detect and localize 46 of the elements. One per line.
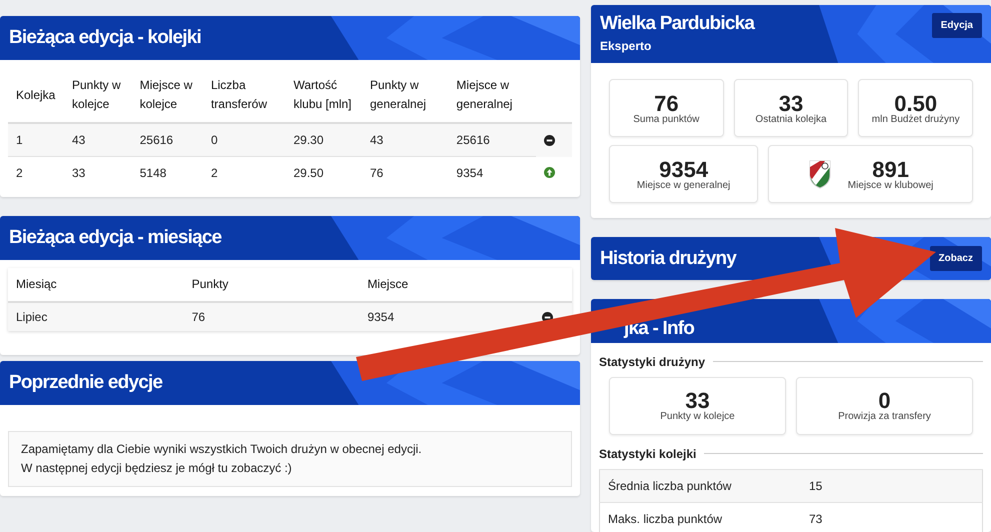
edit-button[interactable]: Edycja (932, 13, 982, 38)
table-cell: 25616 (448, 123, 536, 156)
table-cell: 2 (8, 156, 64, 189)
panel-title: Wielka Pardubicka (600, 13, 754, 35)
table-cell: 29.30 (285, 123, 362, 156)
table-cell: 9354 (448, 156, 536, 189)
stat-label: Punkty w kolejce (660, 412, 735, 422)
section-title: Statystyki kolejki (599, 446, 696, 461)
message-text: Zapamiętamy dla Ciebie wyniki wszystkich Twoich drużyn w obecnej edycji. (21, 441, 423, 458)
section-title: Statystyki drużyny (599, 354, 706, 369)
panel-title: Bieżąca edycja - kolejki (9, 27, 202, 49)
stat-label: Prowizja za transfery (838, 412, 931, 422)
table-cell: 43 (362, 123, 448, 156)
table-cell: 76 (184, 302, 360, 331)
message-text: W następnej edycji będziesz je mógł tu zobaczyć :) (21, 460, 293, 477)
panel-title: Historia drużyny (600, 248, 736, 270)
table-cell: Maks. liczba punktów (600, 502, 801, 532)
stat-label: mln Budżet drużyny (872, 114, 960, 124)
table-cell: 76 (362, 156, 448, 189)
stat-value: 33 (685, 389, 710, 412)
stat-value: 0.50 (894, 92, 938, 114)
stat-value: 9354 (659, 158, 708, 180)
table-cell: 43 (64, 123, 132, 156)
stat-value: 76 (654, 92, 679, 114)
table-cell: 1 (8, 123, 64, 156)
stat-value: 33 (778, 92, 804, 114)
table-cell: Średnia liczba punktów (600, 469, 801, 502)
table-cell: 33 (64, 156, 132, 189)
stat-label: Ostatnia kolejka (755, 114, 827, 124)
table-cell: 29.50 (285, 156, 362, 189)
table-cell: 25616 (132, 123, 203, 156)
panel-subtitle: Eksperto (600, 39, 652, 53)
panel-title: Bieżąca edycja - miesiące (9, 227, 222, 249)
stat-value: 891 (872, 158, 909, 180)
table-cell: Lipiec (8, 302, 184, 331)
stat-value: 0 (878, 389, 891, 412)
table-cell: 2 (202, 156, 286, 189)
table-cell: 5148 (132, 156, 203, 189)
table-cell: 15 (801, 469, 982, 502)
panel-title: Poprzednie edycje (9, 372, 162, 394)
table-cell: 0 (202, 123, 286, 156)
view-button[interactable]: Zobacz (930, 246, 982, 272)
stat-label: Miejsce w generalnej (636, 180, 730, 190)
table-cell: 73 (801, 502, 982, 532)
stat-label: Miejsce w klubowej (848, 180, 934, 190)
stat-label: Suma punktów (633, 114, 700, 124)
